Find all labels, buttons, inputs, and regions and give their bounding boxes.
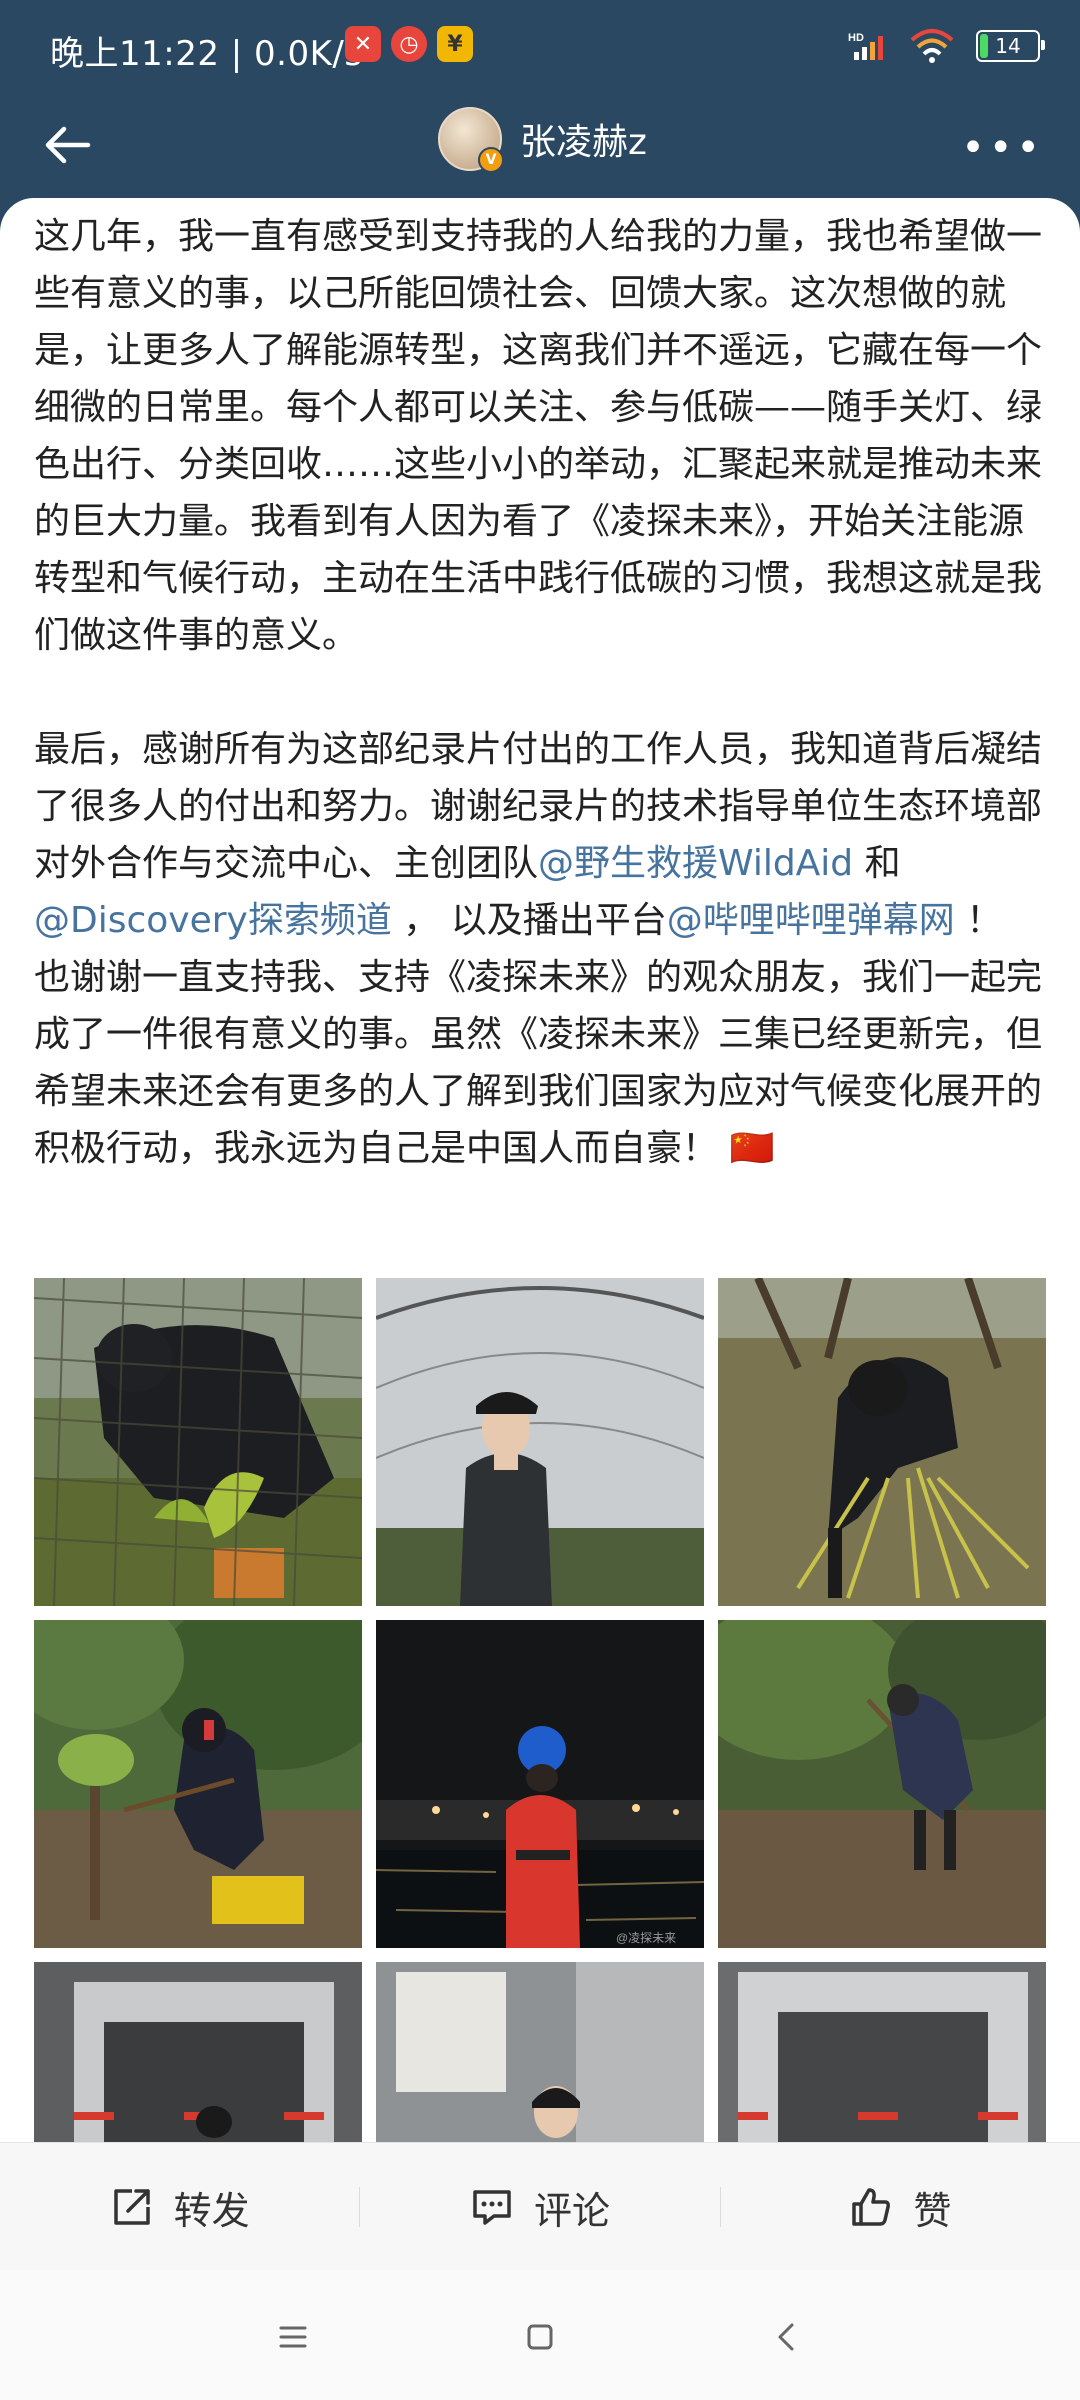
battery-icon: 14 — [976, 30, 1045, 62]
mention-bilibili[interactable]: @哔哩哔哩弹幕网 — [667, 900, 955, 941]
avatar[interactable]: V — [438, 107, 504, 173]
verified-badge: V — [478, 147, 504, 173]
action-bar: 转发 评论 赞 — [0, 2142, 1080, 2271]
svg-text:HD: HD — [848, 32, 864, 44]
post-card: 这几年，我一直有感受到支持我的人给我的力量，我也希望做一些有意义的事，以己所能回… — [0, 198, 1080, 2400]
comment-button[interactable]: 评论 — [360, 2143, 719, 2271]
status-bar: 晚上11:22 | 0.0K/s ✕ ◷ ¥ HD 14 — [0, 0, 1080, 95]
like-button[interactable]: 赞 — [721, 2143, 1080, 2271]
thumbs-up-icon — [852, 2188, 891, 2226]
comment-icon — [473, 2190, 511, 2225]
like-label: 赞 — [913, 2188, 952, 2233]
yuan-icon: ¥ — [437, 26, 473, 62]
share-icon — [113, 2189, 150, 2225]
post-paragraph-1: 这几年，我一直有感受到支持我的人给我的力量，我也希望做一些有意义的事，以己所能回… — [34, 216, 1043, 656]
back-arrow-icon[interactable] — [36, 113, 100, 177]
photo-working-behind-fence[interactable] — [34, 1278, 362, 1606]
wifi-icon — [910, 29, 954, 63]
photo-greenhouse-portrait[interactable] — [376, 1278, 704, 1606]
nav-user[interactable]: V 张凌赫z — [438, 107, 647, 173]
post-paragraph-2: 最后，感谢所有为这部纪录片付出的工作人员，我知道背后凝结了很多人的付出和努力。谢… — [34, 721, 1046, 1177]
mention-discovery[interactable]: @Discovery探索频道 — [34, 900, 392, 941]
comment-label: 评论 — [533, 2188, 610, 2233]
hd-signal-icon: HD — [848, 32, 883, 60]
repost-label: 转发 — [173, 2188, 250, 2233]
post-text: 这几年，我一直有感受到支持我的人给我的力量，我也希望做一些有意义的事，以己所能回… — [34, 208, 1046, 1177]
menu-icon[interactable] — [268, 2312, 318, 2362]
photo-gathering-grass[interactable] — [718, 1278, 1046, 1606]
repost-button[interactable]: 转发 — [0, 2143, 359, 2271]
photo-digging-soil[interactable] — [34, 1620, 362, 1948]
battery-level: 14 — [995, 34, 1021, 58]
post-text-segment: 和 — [853, 843, 901, 884]
status-time: 晚上11:22 | 0.0K/s — [50, 34, 363, 74]
more-icon[interactable]: ••• — [961, 125, 1044, 171]
photo-watermark: @凌探未来 — [616, 1931, 676, 1945]
photo-factory-machine-2[interactable] — [718, 1962, 1046, 2142]
photo-factory-portrait[interactable] — [376, 1962, 704, 2142]
back-icon[interactable] — [762, 2312, 812, 2362]
nav-bar: V 张凌赫z ••• — [0, 95, 1080, 200]
alarm-icon: ◷ — [391, 26, 427, 62]
china-flag-emoji: 🇨🇳 — [729, 1128, 775, 1169]
photo-factory-machine-1[interactable] — [34, 1962, 362, 2142]
home-icon[interactable] — [515, 2312, 565, 2362]
status-right: HD 14 — [848, 28, 1045, 64]
post-text-segment: ， 以及播出平台 — [391, 900, 667, 941]
mention-wildaid[interactable]: @野生救援WildAid — [538, 843, 853, 884]
status-icons: ✕ ◷ ¥ — [345, 26, 473, 62]
system-nav-bar — [0, 2270, 1080, 2400]
photo-night-port-lifevest[interactable]: @凌探未来 — [376, 1620, 704, 1948]
mute-icon: ✕ — [345, 26, 381, 62]
photo-digging-orchard[interactable] — [718, 1620, 1046, 1948]
nav-username[interactable]: 张凌赫z — [520, 113, 647, 165]
